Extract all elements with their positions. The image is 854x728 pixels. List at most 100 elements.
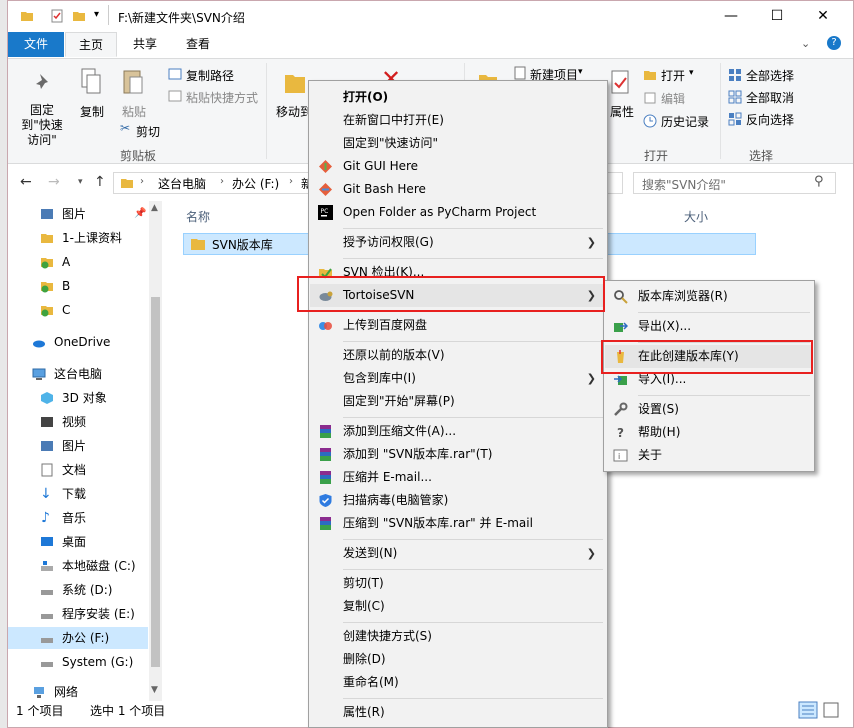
- download-icon: ↓: [40, 486, 52, 502]
- help-icon[interactable]: ?: [827, 36, 841, 50]
- folder-icon: [191, 239, 205, 250]
- details-view-icon[interactable]: [798, 701, 818, 719]
- tab-view[interactable]: 查看: [183, 32, 213, 57]
- select-none-icon: [728, 90, 742, 104]
- tab-share[interactable]: 共享: [130, 32, 160, 57]
- select-all-button[interactable]: 全部选择: [746, 67, 794, 84]
- minimize-button[interactable]: —: [708, 1, 754, 32]
- crumb-this-pc[interactable]: 这台电脑: [158, 175, 206, 192]
- menu-include-library[interactable]: 包含到库中(I) ❯: [310, 367, 606, 390]
- menu-add-rar[interactable]: 添加到 "SVN版本库.rar"(T): [310, 443, 606, 466]
- submenu-export[interactable]: 导出(X)...: [605, 315, 813, 338]
- film-icon: [41, 417, 53, 427]
- column-header-name[interactable]: 名称: [186, 208, 210, 225]
- properties-check-icon[interactable]: [50, 9, 64, 23]
- nav-scrollbar[interactable]: ▲ ▼: [149, 201, 162, 701]
- menu-add-archive[interactable]: 添加到压缩文件(A)...: [310, 420, 606, 443]
- crumb-drive-f[interactable]: 办公 (F:): [232, 175, 279, 192]
- menu-separator: [343, 539, 603, 540]
- close-button[interactable]: ✕: [800, 1, 846, 32]
- menu-separator: [343, 569, 603, 570]
- menu-pin-quick-access[interactable]: 固定到"快速访问": [310, 132, 606, 155]
- up-arrow-icon[interactable]: ↑: [94, 174, 106, 190]
- quick-access-dropdown-icon[interactable]: ▾: [94, 9, 99, 20]
- recent-locations-icon[interactable]: ▾: [78, 177, 83, 187]
- cut-button[interactable]: 剪切: [136, 123, 160, 140]
- copy-button[interactable]: 复制: [80, 103, 104, 120]
- menu-label: 版本库浏览器(R): [638, 289, 728, 303]
- menu-label: 授予访问权限(G): [343, 235, 434, 249]
- menu-compress-rar-email[interactable]: 压缩到 "SVN版本库.rar" 并 E-mail: [310, 512, 606, 535]
- crumb-separator-icon: ›: [140, 176, 144, 187]
- menu-grant-access[interactable]: 授予访问权限(G) ❯: [310, 231, 606, 254]
- column-header-size[interactable]: 大小: [684, 208, 708, 225]
- submenu-repo-browser[interactable]: 版本库浏览器(R): [605, 285, 813, 308]
- large-icons-view-icon[interactable]: [822, 701, 840, 719]
- menu-pin-start[interactable]: 固定到"开始"屏幕(P): [310, 390, 606, 413]
- menu-properties[interactable]: 属性(R): [310, 701, 606, 724]
- menu-git-gui[interactable]: Git GUI Here: [310, 155, 606, 178]
- menu-compress-email[interactable]: 压缩并 E-mail...: [310, 466, 606, 489]
- search-icon[interactable]: ⚲: [814, 174, 824, 189]
- scroll-up-icon[interactable]: ▲: [151, 203, 158, 213]
- copy-path-button[interactable]: 复制路径: [186, 67, 234, 84]
- invert-selection-button[interactable]: 反向选择: [746, 111, 794, 128]
- menu-delete[interactable]: 删除(D): [310, 648, 606, 671]
- menu-baidu-upload[interactable]: 上传到百度网盘: [310, 314, 606, 337]
- edit-button[interactable]: 编辑: [661, 90, 685, 107]
- menu-separator: [638, 395, 810, 396]
- menu-cut[interactable]: 剪切(T): [310, 572, 606, 595]
- menu-label: 还原以前的版本(V): [343, 348, 445, 362]
- svn-folder-icon: [41, 258, 53, 269]
- history-button[interactable]: 历史记录: [661, 113, 709, 130]
- copy-icon: [81, 68, 101, 94]
- submenu-about[interactable]: i 关于: [605, 444, 813, 467]
- background-window-edge: [0, 0, 7, 728]
- file-name: SVN版本库: [212, 238, 273, 252]
- nav-label: 办公 (F:): [62, 631, 110, 645]
- search-box[interactable]: 搜索"SVN介绍" ⚲: [633, 172, 836, 194]
- tab-file[interactable]: 文件: [8, 32, 64, 57]
- back-arrow-icon[interactable]: ←: [20, 174, 32, 190]
- new-folder-icon[interactable]: [72, 9, 86, 23]
- menu-create-shortcut[interactable]: 创建快捷方式(S): [310, 625, 606, 648]
- pin-icon: 📌: [134, 208, 147, 219]
- menu-pycharm[interactable]: PC Open Folder as PyCharm Project: [310, 201, 606, 224]
- open-ribbon-button[interactable]: 打开: [661, 67, 685, 84]
- menu-git-bash[interactable]: Git Bash Here: [310, 178, 606, 201]
- forward-arrow-icon[interactable]: →: [48, 174, 60, 190]
- menu-label: 固定到"开始"屏幕(P): [343, 394, 455, 408]
- tab-home[interactable]: 主页: [65, 32, 117, 57]
- ribbon-collapse-icon[interactable]: ⌄: [801, 37, 810, 50]
- menu-label: 添加到压缩文件(A)...: [343, 424, 457, 438]
- menu-restore-versions[interactable]: 还原以前的版本(V): [310, 344, 606, 367]
- open-dropdown-icon[interactable]: ▾: [689, 68, 694, 78]
- scroll-thumb[interactable]: [151, 297, 160, 667]
- paste-shortcut-button[interactable]: 粘贴快捷方式: [186, 89, 258, 106]
- select-none-button[interactable]: 全部取消: [746, 89, 794, 106]
- maximize-button[interactable]: ☐: [754, 1, 800, 32]
- menu-label: 属性(R): [343, 705, 385, 719]
- submenu-help[interactable]: ? 帮助(H): [605, 421, 813, 444]
- menu-copy[interactable]: 复制(C): [310, 595, 606, 618]
- move-to-button[interactable]: 移动到: [276, 103, 312, 120]
- svg-text:?: ?: [617, 426, 624, 440]
- winrar-icon: [320, 517, 331, 530]
- scroll-down-icon[interactable]: ▼: [151, 685, 158, 695]
- winrar-icon: [320, 471, 331, 484]
- menu-virus-scan[interactable]: 扫描病毒(电脑管家): [310, 489, 606, 512]
- menu-open[interactable]: 打开(O): [310, 86, 606, 109]
- pin-quick-access-button[interactable]: 固定到"快速访问": [16, 103, 68, 148]
- baidu-cloud-icon: [319, 322, 332, 330]
- menu-label: 扫描病毒(电脑管家): [343, 493, 449, 507]
- properties-ribbon-button[interactable]: 属性: [610, 103, 634, 120]
- nav-item-drive-f[interactable]: 办公 (F:): [8, 627, 148, 649]
- submenu-settings[interactable]: 设置(S): [605, 398, 813, 421]
- drive-icon: [41, 614, 53, 619]
- menu-label: 包含到库中(I): [343, 371, 416, 385]
- menu-send-to[interactable]: 发送到(N) ❯: [310, 542, 606, 565]
- paste-button[interactable]: 粘贴: [122, 103, 146, 120]
- menu-open-new-window[interactable]: 在新窗口中打开(E): [310, 109, 606, 132]
- new-item-dropdown-icon[interactable]: ▾: [578, 67, 583, 77]
- menu-rename[interactable]: 重命名(M): [310, 671, 606, 694]
